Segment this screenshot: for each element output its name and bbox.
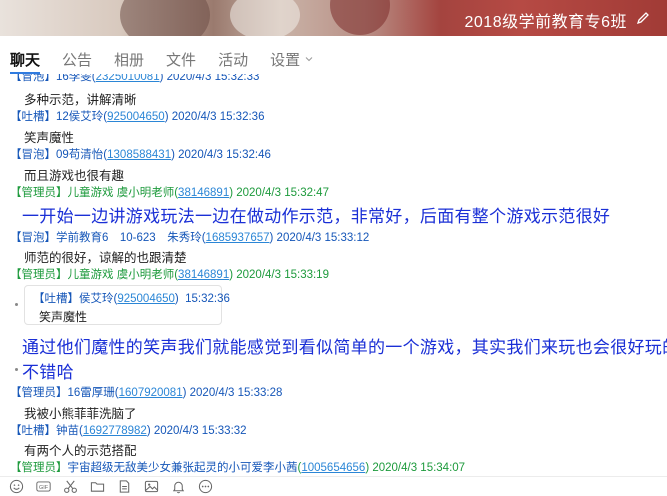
banner-decoration [330,0,390,35]
bullet-dot [15,303,18,306]
file-button[interactable] [87,479,107,495]
bullet-dot [15,368,18,371]
message-header: 【吐槽】钟苗(1692778982) 2020/4/3 15:33:32 [10,425,247,437]
banner-decoration [120,0,210,36]
emoji-button[interactable] [6,479,26,495]
image-button[interactable] [141,479,161,495]
svg-text:GIF: GIF [38,485,48,491]
message-text: 而且游戏也很有趣 [24,169,125,183]
message-text: 师范的很好，谅解的也跟清楚 [24,251,187,265]
chevron-down-icon [305,57,313,62]
qq-link[interactable]: 1308588431 [107,149,171,161]
message-header: 【吐槽】12侯艾玲(925004650) 2020/4/3 15:32:36 [10,111,265,123]
tab-album[interactable]: 相册 [114,49,144,70]
message-header: 【冒泡】学前教育6 10-623 朱秀玲(1685937657) 2020/4/… [10,232,370,244]
message-text: 多种示范，讲解清晰 [24,93,137,107]
more-icon [198,479,212,494]
gif-icon: GIF [35,481,51,492]
qq-link[interactable]: 1685937657 [206,232,270,244]
qq-link[interactable]: 38146891 [178,269,229,281]
message-text: 我被小熊菲菲洗脑了 [24,407,137,421]
gif-button[interactable]: GIF [33,479,53,495]
folder-icon [90,482,104,492]
edit-icon[interactable] [635,10,651,26]
tab-chat[interactable]: 聊天 [10,49,40,70]
tab-files[interactable]: 文件 [166,49,196,70]
chat-history[interactable]: 【冒泡】16李雯(2325010081) 2020/4/3 15:32:33 多… [0,74,667,474]
image-icon [144,480,158,493]
group-title: 2018级学前教育专6班 [464,14,627,31]
qq-link[interactable]: 1607920081 [119,387,183,399]
screenshot-button[interactable] [60,479,80,495]
message-header: 【冒泡】09苟清怡(1308588431) 2020/4/3 15:32:46 [10,149,271,161]
notification-button[interactable] [168,479,188,495]
bell-icon [172,481,184,494]
quoted-message[interactable]: 【吐槽】侯艾玲(925004650) 15:32:36 笑声魔性 [24,285,230,325]
message-header: 【管理员】16雷厚珊(1607920081) 2020/4/3 15:33:28 [10,387,283,399]
message-header: 【冒泡】16李雯(2325010081) 2020/4/3 15:32:33 [10,74,259,84]
tab-settings[interactable]: 设置 [270,49,313,70]
tab-activities[interactable]: 活动 [218,49,248,70]
reply-text-line-1: 通过他们魔性的笑声我们就能感觉到看似简单的一个游戏，其实我们来玩也会很好玩的 [22,338,667,357]
qq-link[interactable]: 38146891 [178,187,229,199]
message-text-large: 一开始一边讲游戏玩法一边在做动作示范，非常好，后面有整个游戏示范很好 [22,207,611,226]
qq-link[interactable]: 1005654656 [301,462,365,474]
emoji-icon [9,479,23,494]
message-header: 【管理员】宇宙超级无敌美少女兼张起灵的小可爱李小茜(1005654656) 20… [10,462,466,474]
document-icon [119,480,129,493]
more-button[interactable] [195,479,215,495]
message-text: 笑声魔性 [24,131,75,145]
qq-link[interactable]: 2325010081 [96,74,160,83]
reply-text-line-2: 不错哈 [22,363,74,382]
group-banner: 2018级学前教育专6班 [0,0,667,36]
message-header: 【管理员】儿童游戏 虞小明老师(38146891) 2020/4/3 15:32… [10,187,329,199]
document-button[interactable] [114,479,134,495]
qq-link[interactable]: 925004650 [117,293,175,305]
tab-announcement[interactable]: 公告 [62,49,92,70]
message-text: 有两个人的示范搭配 [24,444,137,458]
quote-text: 笑声魔性 [39,310,88,324]
qq-link[interactable]: 1692778982 [83,425,147,437]
message-header: 【管理员】儿童游戏 虞小明老师(38146891) 2020/4/3 15:33… [10,269,329,281]
quote-header: 【吐槽】侯艾玲(925004650) 15:32:36 [33,293,230,305]
banner-decoration [230,0,300,36]
qq-link[interactable]: 925004650 [107,111,165,123]
input-toolbar: GIF [0,476,667,496]
scissors-icon [63,480,77,493]
group-tabs: 聊天 公告 相册 文件 活动 设置 [0,46,667,72]
